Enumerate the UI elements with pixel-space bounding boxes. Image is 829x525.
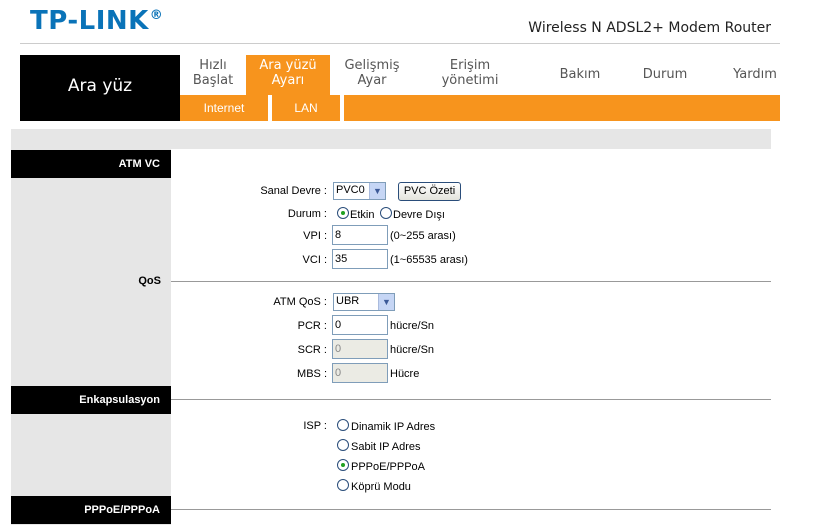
nav-interface-setup[interactable]: Ara yüzü Ayarı — [246, 55, 330, 95]
nav-help[interactable]: Yardım — [725, 67, 785, 82]
isp-bridge-mode-label: Köprü Modu — [351, 481, 411, 493]
status-label: Durum : — [287, 208, 327, 220]
section-atm-vc: ATM VC — [11, 150, 171, 178]
scr-unit: hücre/Sn — [390, 344, 435, 356]
isp-pppoe-pppoa-radio[interactable] — [337, 459, 349, 471]
isp-static-ip-radio[interactable] — [337, 439, 349, 451]
vci-input[interactable] — [332, 249, 388, 269]
mbs-unit: Hücre — [390, 368, 420, 380]
nav-status[interactable]: Durum — [625, 67, 705, 82]
isp-static-ip-label: Sabit IP Adres — [351, 441, 421, 453]
pvc-summary-button[interactable]: PVC Özeti — [398, 182, 461, 201]
header-divider — [20, 43, 780, 44]
isp-dynamic-ip-radio[interactable] — [337, 419, 349, 431]
scr-label: SCR : — [297, 344, 327, 356]
pcr-unit: hücre/Sn — [390, 320, 435, 332]
vpi-range-hint: (0~255 arası) — [390, 230, 456, 242]
scr-input — [332, 339, 388, 359]
isp-bridge-mode-radio[interactable] — [337, 479, 349, 491]
mbs-input — [332, 363, 388, 383]
pppoe-divider — [171, 509, 771, 510]
encapsulation-divider — [171, 399, 771, 400]
subtab-separator — [340, 95, 344, 121]
vci-label: VCI : — [302, 254, 327, 266]
atm-qos-select[interactable]: UBR ▼ — [333, 293, 395, 311]
product-name: Wireless N ADSL2+ Modem Router — [528, 20, 771, 36]
pcr-input[interactable] — [332, 315, 388, 335]
vpi-input[interactable] — [332, 225, 388, 245]
qos-divider — [171, 281, 771, 282]
status-disabled-label: Devre Dışı — [393, 209, 445, 221]
isp-pppoe-pppoa-label: PPPoE/PPPoA — [351, 461, 425, 473]
tp-link-logo: TP-LINK® — [30, 6, 164, 36]
left-label-column — [11, 149, 171, 525]
subtab-internet[interactable]: Internet — [180, 95, 268, 121]
section-encapsulation: Enkapsulasyon — [11, 386, 171, 414]
chevron-down-icon: ▼ — [378, 294, 394, 310]
chevron-down-icon: ▼ — [369, 183, 385, 199]
pcr-label: PCR : — [297, 320, 327, 332]
vpi-label: VPI : — [303, 230, 327, 242]
nav-maintenance[interactable]: Bakım — [540, 67, 620, 82]
isp-label: ISP : — [303, 420, 327, 432]
vci-range-hint: (1~65535 arası) — [390, 254, 468, 266]
status-disabled-radio[interactable] — [380, 207, 392, 219]
status-enabled-label: Etkin — [350, 209, 375, 221]
nav-section-title: Ara yüz — [67, 76, 133, 96]
virtual-circuit-select[interactable]: PVC0 ▼ — [333, 182, 386, 200]
nav-advanced-setup[interactable]: Gelişmiş Ayar — [330, 58, 414, 88]
section-pppoe-pppoa: PPPoE/PPPoA — [11, 496, 171, 524]
nav-quick-start[interactable]: Hızlı Başlat — [180, 58, 246, 88]
isp-dynamic-ip-label: Dinamik IP Adres — [351, 421, 436, 433]
content-top-bar — [11, 129, 771, 149]
virtual-circuit-label: Sanal Devre : — [260, 185, 327, 197]
atm-qos-label: ATM QoS : — [273, 296, 327, 308]
nav-access-management[interactable]: Erişim yönetimi — [414, 58, 526, 88]
subtab-lan[interactable]: LAN — [272, 95, 340, 121]
mbs-label: MBS : — [297, 368, 327, 380]
section-qos: QoS — [138, 275, 161, 287]
status-enabled-radio[interactable] — [337, 207, 349, 219]
